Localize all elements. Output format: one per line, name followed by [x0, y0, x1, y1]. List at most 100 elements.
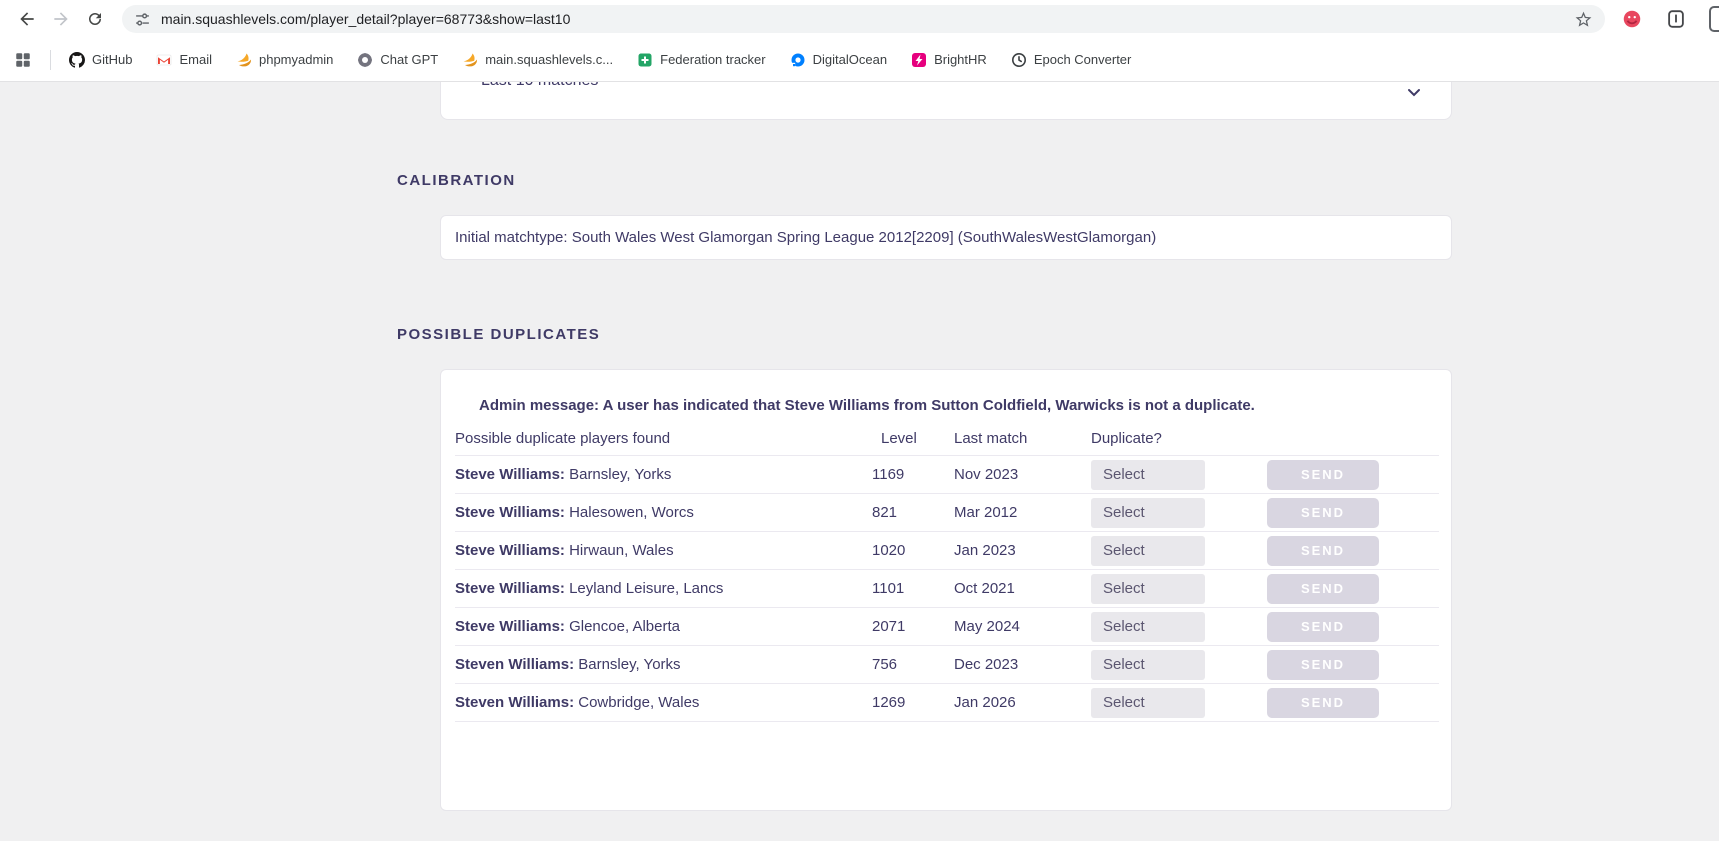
duplicates-table: Possible duplicate players found Level L…: [455, 430, 1439, 722]
player-level: 1020: [872, 531, 954, 570]
player-name-cell: Steven Williams: Barnsley, Yorks: [455, 645, 872, 684]
send-button[interactable]: SEND: [1267, 497, 1379, 528]
player-last-match: Dec 2023: [954, 645, 1091, 684]
select-button[interactable]: Select: [1091, 459, 1205, 490]
bookmark-brighthr[interactable]: BrightHR: [911, 52, 987, 68]
column-last-match: Last match: [954, 430, 1028, 447]
chevron-down-icon: [1407, 86, 1421, 104]
back-button[interactable]: [10, 2, 44, 36]
duplicate-row: Steve Williams: Leyland Leisure, Lancs 1…: [455, 569, 1439, 608]
player-name: Steve Williams:: [455, 580, 565, 597]
bookmark-label: Federation tracker: [660, 52, 766, 67]
player-level: 1269: [872, 683, 954, 722]
column-level: Level: [881, 430, 917, 447]
duplicate-row: Steven Williams: Cowbridge, Wales 1269 J…: [455, 683, 1439, 722]
player-last-match: Jan 2023: [954, 531, 1091, 570]
bookmark-label: DigitalOcean: [812, 52, 888, 67]
bookmark-chatgpt[interactable]: Chat GPT: [357, 52, 438, 68]
bookmark-label: Email: [179, 52, 212, 67]
player-location: Glencoe, Alberta: [569, 618, 680, 635]
bookmark-label: main.squashlevels.c...: [485, 52, 614, 67]
player-name-cell: Steve Williams: Barnsley, Yorks: [455, 455, 872, 494]
back-arrow-icon: [17, 9, 37, 29]
bookmark-star-icon[interactable]: [1574, 10, 1593, 29]
reload-button[interactable]: [78, 2, 112, 36]
calibration-card: Initial matchtype: South Wales West Glam…: [440, 215, 1452, 260]
select-button[interactable]: Select: [1091, 687, 1205, 718]
table-header-row: Possible duplicate players found Level L…: [455, 430, 1439, 456]
player-name-cell: Steve Williams: Glencoe, Alberta: [455, 607, 872, 646]
player-location: Hirwaun, Wales: [569, 542, 674, 559]
browser-toolbar: main.squashlevels.com/player_detail?play…: [0, 0, 1719, 38]
duplicates-card: Admin message: A user has indicated that…: [440, 369, 1452, 811]
bookmark-epoch-converter[interactable]: Epoch Converter: [1011, 52, 1132, 68]
gmail-favicon: [156, 52, 172, 68]
send-button[interactable]: SEND: [1267, 611, 1379, 642]
duplicate-row: Steve Williams: Hirwaun, Wales 1020 Jan …: [455, 531, 1439, 570]
bookmark-squashlevels[interactable]: main.squashlevels.c...: [462, 52, 613, 68]
phpmyadmin-favicon: [236, 52, 252, 68]
player-level: 2071: [872, 607, 954, 646]
url-text[interactable]: main.squashlevels.com/player_detail?play…: [161, 11, 570, 27]
matches-filter-value: Last 10 matches: [481, 82, 598, 90]
bookmark-label: BrightHR: [934, 52, 987, 67]
send-button[interactable]: SEND: [1267, 649, 1379, 680]
player-last-match: Jan 2026: [954, 683, 1091, 722]
player-name: Steve Williams:: [455, 466, 565, 483]
omnibox[interactable]: main.squashlevels.com/player_detail?play…: [122, 5, 1605, 33]
squashlevels-favicon: [462, 52, 478, 68]
bookmark-phpmyadmin[interactable]: phpmyadmin: [236, 52, 333, 68]
player-name: Steven Williams:: [455, 694, 575, 711]
bookmark-label: Epoch Converter: [1033, 52, 1132, 67]
forward-arrow-icon: [51, 9, 71, 29]
player-name-cell: Steven Williams: Cowbridge, Wales: [455, 683, 872, 722]
player-level: 821: [872, 493, 954, 532]
player-location: Leyland Leisure, Lancs: [569, 580, 724, 597]
bookmark-digitalocean[interactable]: DigitalOcean: [790, 52, 887, 68]
select-button[interactable]: Select: [1091, 497, 1205, 528]
player-location: Cowbridge, Wales: [578, 694, 700, 711]
player-name: Steve Williams:: [455, 542, 565, 559]
reload-icon: [86, 10, 104, 28]
select-button[interactable]: Select: [1091, 573, 1205, 604]
github-favicon: [69, 51, 85, 68]
player-name: Steve Williams:: [455, 504, 565, 521]
page-content: Last 10 matches CALIBRATION Initial matc…: [0, 82, 1719, 841]
player-name-cell: Steve Williams: Hirwaun, Wales: [455, 531, 872, 570]
sheets-plus-favicon: [637, 52, 653, 68]
bookmark-github[interactable]: GitHub: [69, 51, 133, 68]
outline-extension-icon[interactable]: [1665, 8, 1687, 30]
column-duplicate: Duplicate?: [1091, 430, 1162, 447]
extensions-area: [1615, 6, 1719, 32]
player-last-match: Nov 2023: [954, 455, 1091, 494]
forward-button[interactable]: [44, 2, 78, 36]
column-players: Possible duplicate players found: [455, 430, 671, 447]
bookmarks-bar: GitHub Email phpmyadmin Chat GPT main.sq…: [0, 38, 1719, 82]
select-button[interactable]: Select: [1091, 535, 1205, 566]
matches-filter-dropdown[interactable]: Last 10 matches: [440, 82, 1452, 120]
bookmark-label: GitHub: [92, 52, 133, 67]
bookmark-label: phpmyadmin: [258, 52, 334, 67]
player-last-match: May 2024: [954, 607, 1091, 646]
duplicate-row: Steve Williams: Barnsley, Yorks 1169 Nov…: [455, 455, 1439, 494]
possible-duplicates-heading: POSSIBLE DUPLICATES: [397, 326, 601, 343]
calibration-heading: CALIBRATION: [397, 172, 516, 189]
player-name: Steve Williams:: [455, 618, 565, 635]
red-extension-icon[interactable]: [1621, 8, 1643, 30]
player-last-match: Mar 2012: [954, 493, 1091, 532]
bookmark-label: Chat GPT: [380, 52, 439, 67]
select-button[interactable]: Select: [1091, 611, 1205, 642]
bookmarks-separator: [50, 49, 51, 70]
send-button[interactable]: SEND: [1267, 573, 1379, 604]
apps-grid-icon[interactable]: [14, 51, 32, 69]
send-button[interactable]: SEND: [1267, 687, 1379, 718]
duplicate-row: Steven Williams: Barnsley, Yorks 756 Dec…: [455, 645, 1439, 684]
select-button[interactable]: Select: [1091, 649, 1205, 680]
site-settings-icon[interactable]: [134, 11, 151, 28]
bookmark-federation-tracker[interactable]: Federation tracker: [637, 52, 766, 68]
bookmark-email[interactable]: Email: [156, 52, 212, 68]
player-location: Halesowen, Worcs: [569, 504, 694, 521]
partial-extension-icon: [1709, 6, 1719, 32]
send-button[interactable]: SEND: [1267, 459, 1379, 490]
send-button[interactable]: SEND: [1267, 535, 1379, 566]
